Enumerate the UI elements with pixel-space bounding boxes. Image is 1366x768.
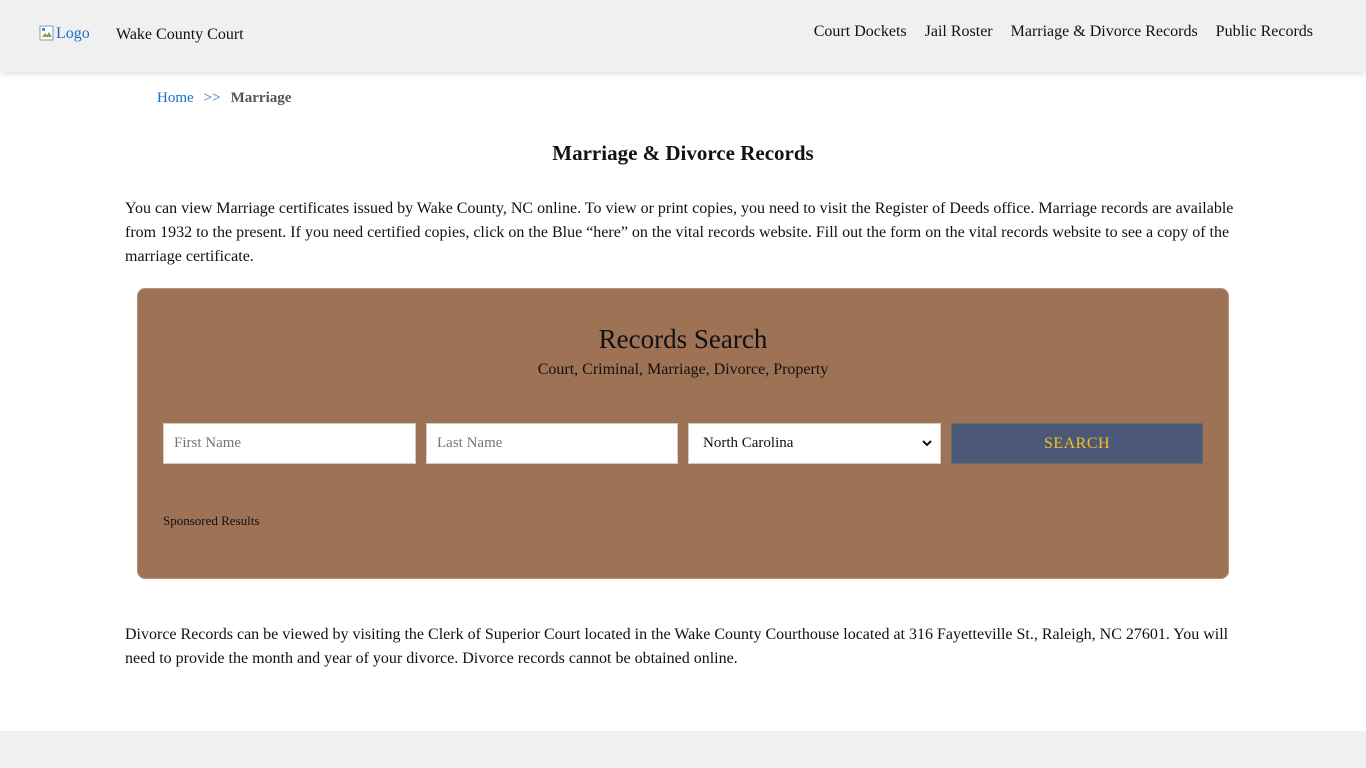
search-subtitle: Court, Criminal, Marriage, Divorce, Prop… <box>537 361 829 378</box>
intro-paragraph: You can view Marriage certificates issue… <box>125 200 1234 265</box>
breadcrumb-current: Marriage <box>230 90 292 106</box>
search-button[interactable]: SEARCH <box>951 423 1203 464</box>
first-name-input[interactable] <box>163 423 416 464</box>
sponsored-results-label: Sponsored Results <box>163 513 260 528</box>
logo-link[interactable]: Logo <box>39 25 90 43</box>
site-title[interactable]: Wake County Court <box>116 26 244 44</box>
chevron-down-icon <box>922 436 932 451</box>
records-search-panel: Records Search Court, Criminal, Marriage… <box>137 288 1229 579</box>
nav-court-dockets[interactable]: Court Dockets <box>814 23 907 41</box>
breadcrumb: Home >> Marriage <box>157 90 291 107</box>
main-nav: Court Dockets Jail Roster Marriage & Div… <box>814 23 1313 41</box>
last-name-input[interactable] <box>426 423 678 464</box>
nav-public-records[interactable]: Public Records <box>1216 23 1313 41</box>
breadcrumb-separator: >> <box>203 90 221 106</box>
site-header: Logo Wake County Court Court Dockets Jai… <box>0 0 1366 72</box>
state-select[interactable]: North Carolina <box>688 423 941 464</box>
broken-image-icon <box>39 25 54 41</box>
state-select-value: North Carolina <box>703 435 794 451</box>
divorce-paragraph: Divorce Records can be viewed by visitin… <box>125 626 1229 667</box>
page-title: Marriage & Divorce Records <box>552 141 814 165</box>
breadcrumb-home[interactable]: Home <box>157 90 194 107</box>
nav-marriage-divorce[interactable]: Marriage & Divorce Records <box>1011 23 1198 41</box>
logo-alt-text: Logo <box>56 25 90 42</box>
search-title: Records Search <box>598 324 768 354</box>
nav-jail-roster[interactable]: Jail Roster <box>925 23 993 41</box>
site-footer <box>0 731 1366 768</box>
